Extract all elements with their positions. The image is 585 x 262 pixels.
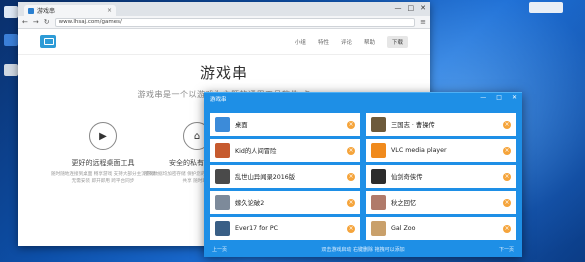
- remove-icon[interactable]: ×: [347, 172, 355, 181]
- game-item[interactable]: Kid的人间冒险 ×: [210, 139, 360, 162]
- game-thumbnail-icon: [371, 143, 386, 158]
- close-button[interactable]: ✕: [420, 4, 426, 12]
- footer-hint: 双击游戏启动 右键删除 拖拽可以添加: [321, 247, 405, 253]
- minimize-button[interactable]: —: [480, 94, 486, 101]
- app-footer: 上一页 双击游戏启动 右键删除 拖拽可以添加 下一页: [204, 245, 522, 254]
- game-name: 仙剑奇侠传: [391, 174, 423, 181]
- download-button[interactable]: 下载: [386, 35, 408, 48]
- game-thumbnail-icon: [215, 195, 230, 210]
- game-list: 桌面 × 三国志 · 曹操传 × Kid的人间冒险 × VLC media player × 乱…: [210, 113, 516, 240]
- notification-toast[interactable]: [529, 2, 563, 13]
- close-button[interactable]: ✕: [512, 94, 517, 101]
- game-thumbnail-icon: [371, 117, 386, 132]
- game-name: 桌面: [235, 122, 248, 129]
- game-item[interactable]: 秋之回忆 ×: [366, 191, 516, 214]
- game-thumbnail-icon: [215, 169, 230, 184]
- app-window-controls: — □ ✕: [480, 94, 517, 101]
- game-name: 三国志 · 曹操传: [391, 122, 435, 129]
- game-item[interactable]: 乱世山异闻录2016版 ×: [210, 165, 360, 188]
- back-icon[interactable]: ←: [22, 18, 28, 26]
- remove-icon[interactable]: ×: [503, 120, 511, 129]
- game-thumbnail-icon: [371, 221, 386, 236]
- game-item[interactable]: Ever17 for PC ×: [210, 217, 360, 240]
- game-thumbnail-icon: [215, 117, 230, 132]
- nav-link-team[interactable]: 小组: [295, 38, 306, 46]
- play-icon: ▶: [89, 122, 117, 150]
- site-nav: 小组 特性 评论 帮助 下载: [295, 35, 408, 48]
- game-item[interactable]: 嫁久论破2 ×: [210, 191, 360, 214]
- game-thumbnail-icon: [371, 169, 386, 184]
- maximize-button[interactable]: □: [408, 4, 415, 12]
- menu-icon[interactable]: ≡: [420, 18, 426, 26]
- remove-icon[interactable]: ×: [503, 224, 511, 233]
- game-thumbnail-icon: [215, 221, 230, 236]
- address-bar: ← → ↻ www.lhsaj.com/games/ ≡: [18, 16, 430, 29]
- desktop-shortcut-icon: [4, 6, 18, 18]
- game-thumbnail-icon: [371, 195, 386, 210]
- remove-icon[interactable]: ×: [503, 146, 511, 155]
- remove-icon[interactable]: ×: [347, 146, 355, 155]
- minimize-button[interactable]: —: [395, 4, 402, 12]
- nav-link-help[interactable]: 帮助: [364, 38, 375, 46]
- game-item[interactable]: VLC media player ×: [366, 139, 516, 162]
- desktop-shortcut-icon: [4, 34, 18, 46]
- site-logo-icon[interactable]: [40, 35, 56, 48]
- game-item[interactable]: 仙剑奇侠传 ×: [366, 165, 516, 188]
- window-controls: — □ ✕: [395, 4, 427, 12]
- game-name: Kid的人间冒险: [235, 148, 277, 155]
- game-name: 乱世山异闻录2016版: [235, 174, 296, 181]
- tab-strip: 游戏串 × — □ ✕: [18, 2, 430, 16]
- favicon-icon: [28, 7, 34, 14]
- remove-icon[interactable]: ×: [503, 172, 511, 181]
- game-name: Gal Zoo: [391, 225, 416, 232]
- url-input[interactable]: www.lhsaj.com/games/: [54, 17, 416, 27]
- game-name: 秋之回忆: [391, 200, 417, 207]
- game-item[interactable]: 三国志 · 曹操传 ×: [366, 113, 516, 136]
- game-name: VLC media player: [391, 147, 447, 154]
- remove-icon[interactable]: ×: [503, 198, 511, 207]
- remove-icon[interactable]: ×: [347, 198, 355, 207]
- game-name: Ever17 for PC: [235, 225, 279, 232]
- game-item[interactable]: Gal Zoo ×: [366, 217, 516, 240]
- game-item[interactable]: 桌面 ×: [210, 113, 360, 136]
- maximize-button[interactable]: □: [496, 94, 502, 101]
- site-header: 小组 特性 评论 帮助 下载: [18, 29, 430, 55]
- next-page-button[interactable]: 下一页: [499, 246, 514, 253]
- app-title: 游戏串: [210, 97, 227, 103]
- prev-page-button[interactable]: 上一页: [212, 246, 227, 253]
- game-thumbnail-icon: [215, 143, 230, 158]
- desktop-shortcut-icon: [4, 64, 18, 76]
- app-window: 游戏串 — □ ✕ 桌面 × 三国志 · 曹操传 × Kid的人间冒险 × VLC medi…: [204, 92, 522, 257]
- close-tab-icon[interactable]: ×: [107, 7, 112, 14]
- remove-icon[interactable]: ×: [347, 224, 355, 233]
- tab-title: 游戏串: [37, 8, 56, 15]
- remove-icon[interactable]: ×: [347, 120, 355, 129]
- reload-icon[interactable]: ↻: [44, 18, 50, 26]
- nav-link-reviews[interactable]: 评论: [341, 38, 352, 46]
- game-name: 嫁久论破2: [235, 200, 265, 207]
- hero-title: 游戏串: [199, 64, 248, 82]
- nav-link-features[interactable]: 特性: [318, 38, 329, 46]
- browser-tab[interactable]: 游戏串 ×: [24, 5, 116, 16]
- forward-icon[interactable]: →: [33, 18, 39, 26]
